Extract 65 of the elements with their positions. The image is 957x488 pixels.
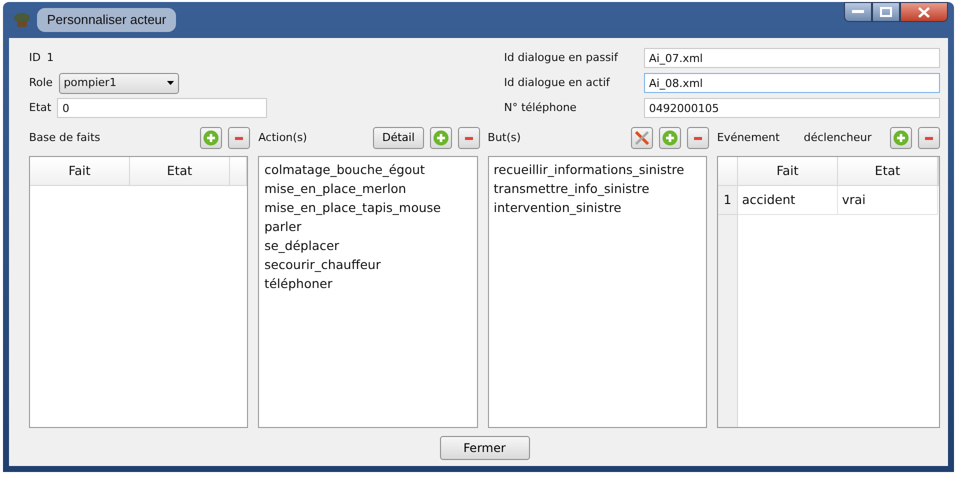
panel-label: But(s) (488, 130, 521, 146)
column-header[interactable]: Fait (738, 157, 838, 186)
field-label: Role (29, 74, 53, 91)
minimize-icon (852, 10, 864, 14)
input-field[interactable]: Ai_08.xml (644, 73, 940, 93)
header-corner (718, 157, 738, 186)
plus-icon (662, 130, 678, 146)
add-button[interactable] (200, 127, 222, 149)
plus-icon (203, 130, 220, 146)
list-item[interactable]: colmatage_bouche_égout (259, 160, 477, 179)
field-label: Id dialogue en actif (504, 74, 611, 91)
remove-button[interactable] (686, 127, 709, 149)
row-number: 1 (718, 186, 738, 215)
cross-icon (634, 130, 650, 146)
panel-label: déclencheur (804, 130, 872, 146)
dropdown-arrow-icon (166, 81, 174, 85)
remove-button[interactable] (228, 127, 250, 149)
header-filler (230, 157, 248, 186)
list-item[interactable]: transmettre_info_sinistre (488, 179, 706, 198)
list-item[interactable]: secourir_chauffeur (259, 255, 477, 274)
field-label: Etat (29, 100, 52, 116)
close-dialog-button[interactable]: Fermer (440, 436, 530, 460)
detail-button[interactable]: Détail (373, 127, 424, 149)
plus-icon (432, 130, 449, 146)
maximize-icon (880, 7, 892, 17)
column-header[interactable]: Etat (838, 157, 938, 186)
column-header[interactable]: Etat (130, 157, 230, 186)
list-item[interactable]: mise_en_place_merlon (259, 179, 477, 198)
input-field[interactable]: 0 (57, 98, 268, 118)
input-field[interactable]: 0492000105 (644, 98, 940, 118)
remove-button[interactable] (458, 127, 480, 149)
list-item[interactable]: téléphoner (259, 274, 477, 293)
panel-label: Base de faits (29, 130, 100, 146)
remove-button[interactable] (918, 127, 940, 149)
id-value: 1 (46, 50, 54, 66)
column-header[interactable]: Fait (30, 157, 130, 186)
maximize-button[interactable] (872, 2, 900, 22)
list-item[interactable]: parler (259, 217, 477, 236)
minus-icon (694, 136, 702, 140)
field-label: N° téléphone (504, 100, 578, 116)
add-button[interactable] (430, 127, 452, 149)
add-button[interactable] (890, 127, 912, 149)
close-button[interactable] (900, 2, 948, 22)
close-icon (918, 6, 930, 18)
panel-label: Evénement (716, 130, 780, 146)
field-label: Id dialogue en passif (504, 50, 620, 66)
field-label: ID (29, 50, 41, 66)
minus-icon (924, 136, 933, 140)
role-dropdown[interactable]: pompier1 (58, 72, 179, 94)
plus-icon (892, 130, 909, 146)
add-button[interactable] (658, 127, 681, 149)
list-item[interactable]: intervention_sinistre (488, 198, 706, 217)
clear-button[interactable] (630, 127, 653, 149)
list-item[interactable]: se_déplacer (259, 236, 477, 255)
window-title: Personnaliser acteur (37, 8, 176, 32)
minus-icon (235, 136, 244, 140)
list-item[interactable]: mise_en_place_tapis_mouse (259, 198, 477, 217)
input-field[interactable]: Ai_07.xml (644, 48, 940, 68)
table-cell: vrai (838, 186, 938, 215)
minimize-button[interactable] (844, 2, 872, 22)
panel-label: Action(s) (258, 130, 308, 146)
app-icon (13, 12, 31, 28)
table-cell: accident (738, 186, 838, 215)
list-item[interactable]: recueillir_informations_sinistre (488, 160, 706, 179)
minus-icon (464, 136, 473, 140)
